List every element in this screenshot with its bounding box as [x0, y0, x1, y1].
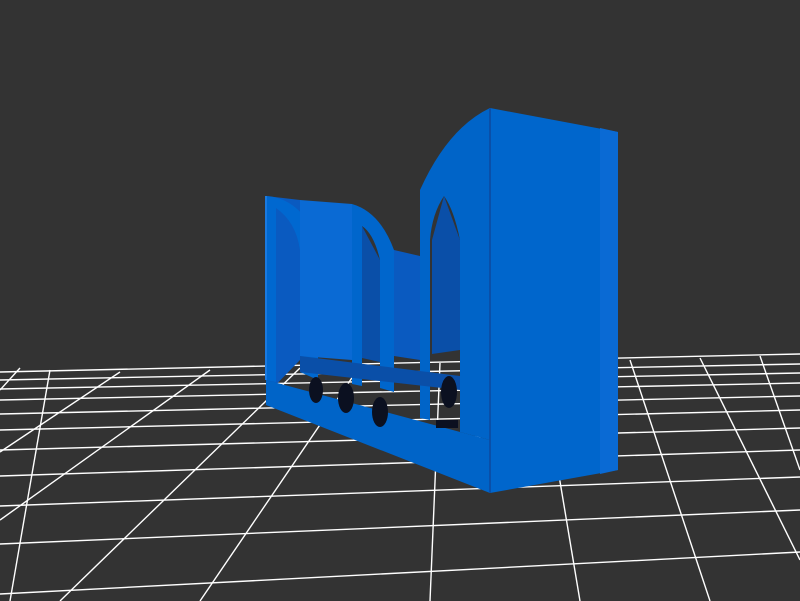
model-hole	[441, 376, 457, 408]
model-hole	[372, 397, 388, 427]
3d-viewport[interactable]	[0, 0, 800, 601]
model-box-front	[490, 108, 618, 493]
model-hole	[309, 377, 323, 403]
model-hole	[338, 383, 354, 413]
model-left-slot-back	[300, 200, 352, 360]
render-canvas[interactable]	[0, 0, 800, 601]
model-middle-slot-back	[394, 250, 420, 360]
model-slot-cutout	[436, 420, 458, 428]
model-box-edge	[600, 128, 618, 474]
